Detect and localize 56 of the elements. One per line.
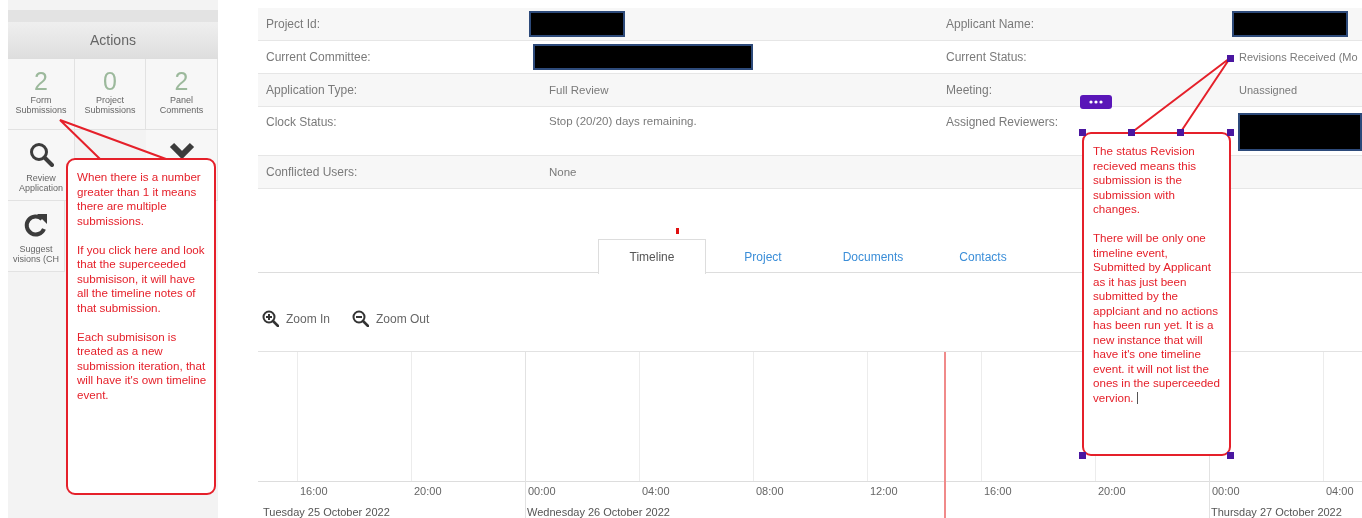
field-value: None [549,166,578,178]
tab[interactable]: Contacts [928,239,1038,273]
field-value: Stop (20/20) days remaining. [549,115,698,127]
axis-label: 04:00 [642,484,670,497]
field-value: Revisions Received (Mo [1239,51,1359,63]
axis-label: 08:00 [756,484,784,497]
zoom-in-button[interactable]: Zoom In [262,309,330,329]
tab[interactable]: Timeline [598,239,706,274]
zoom-out-button[interactable]: Zoom Out [352,309,430,329]
axis-label: 16:00 [984,484,1012,497]
field-label: Project Id: [265,17,322,31]
zoom-in-icon [262,310,279,328]
date-label: Thursday 27 October 2022 [1211,505,1342,518]
selection-handle[interactable] [1079,452,1086,459]
date-label: Wednesday 26 October 2022 [527,505,670,518]
more-icon [1089,100,1103,104]
counter-tile[interactable]: 2 Panel Comments [146,59,218,130]
more-button[interactable] [1080,95,1112,109]
counter-tile[interactable]: 0 Project Submissions [75,59,146,130]
chevron-down-icon [168,141,195,161]
field-label: Current Committee: [265,50,372,64]
field-label: Conflicted Users: [265,165,359,179]
tab[interactable]: Documents [818,239,928,273]
axis-label: 00:00 [1212,484,1240,497]
axis-label: 00:00 [528,484,556,497]
field-label: Meeting: [945,83,994,97]
field-label: Clock Status: [265,115,338,129]
selection-handle[interactable] [1227,55,1234,62]
selection-handle[interactable] [1227,452,1234,459]
field-label: Assigned Reviewers: [945,115,1060,129]
zoom-out-icon [352,310,369,328]
field-label: Application Type: [265,83,359,97]
callout-text: When there is a number greater than 1 it means there are multiple submissions. If you click here and look that the superceeded submisison, it will have all the timeline notes of that submission. Each submisison is treated as a new submission iteration, that will have it's own timeline event. [77,170,208,402]
action-tile[interactable]: Review Application [8,130,75,201]
action-tile[interactable]: Suggest visions (CH [8,201,65,272]
axis-label: 16:00 [300,484,328,497]
search-icon [28,141,54,167]
callout-text: The status Revision recieved means this submission is the submission with changes. There will be only one timeline event, Submitted by Applicant as it has just been submitted by the applciant and no actions has been run yet. It is a new instance that will have it's one timeline event. it will not list the ones in the superceeded vervion. [1093,144,1221,405]
selection-handle[interactable] [1079,129,1086,136]
axis-label: 20:00 [414,484,442,497]
selection-handle[interactable] [1128,129,1135,136]
panel-title: Actions [8,22,218,59]
axis-label: 12:00 [870,484,898,497]
tab[interactable]: Project [708,239,818,273]
selection-handle[interactable] [1227,129,1234,136]
counter-tile[interactable]: 2 Form Submissions [8,59,75,130]
redo-icon [23,212,49,238]
field-label: Current Status: [945,50,1028,64]
selection-handle[interactable] [1177,129,1184,136]
axis-label: 20:00 [1098,484,1126,497]
axis-label: 04:00 [1326,484,1354,497]
field-label: Applicant Name: [945,17,1036,31]
field-value: Full Review [549,84,610,96]
field-value: Unassigned [1239,84,1299,96]
date-label: Tuesday 25 October 2022 [263,505,390,518]
cursor-mark [676,228,679,234]
